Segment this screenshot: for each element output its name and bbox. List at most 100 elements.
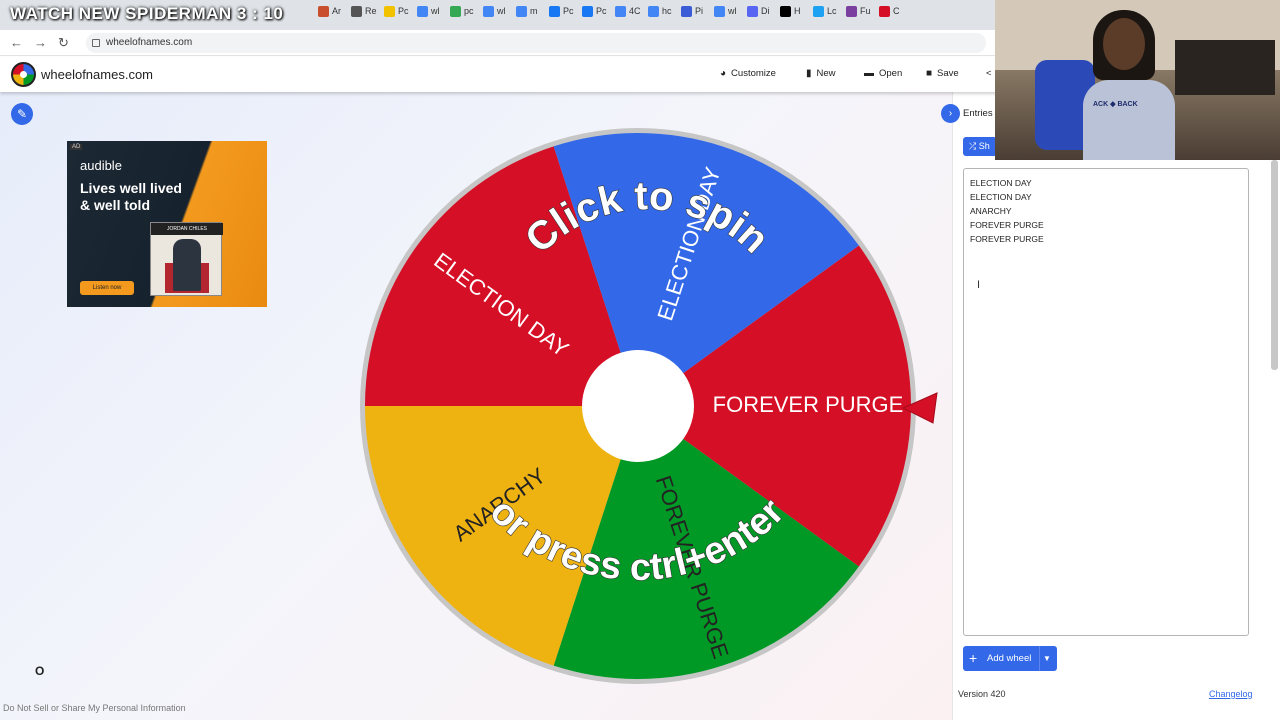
ad-cover-band: JORDAN CHILES <box>151 223 223 235</box>
shuffle-button[interactable]: ⤮ Sh <box>963 137 997 156</box>
tab-label: Ar <box>332 6 341 16</box>
plus-icon: + <box>969 650 978 666</box>
browser-tab[interactable]: Fu <box>846 6 871 24</box>
tab-label: m <box>530 6 538 16</box>
audible-ad[interactable]: AD audible Lives well lived & well told … <box>67 141 267 307</box>
url-text: wheelofnames.com <box>106 37 193 48</box>
ad-headline-line-2: & well told <box>80 197 150 213</box>
mtv-logo: O <box>35 664 45 678</box>
ad-cover-figure <box>173 239 201 291</box>
browser-tab[interactable]: m <box>516 6 538 24</box>
share-icon[interactable]: < <box>986 68 992 79</box>
collapse-chevron-icon[interactable]: › <box>941 104 960 123</box>
browser-tab[interactable]: C <box>879 6 900 24</box>
page-scrollbar[interactable] <box>1271 160 1278 370</box>
open-button[interactable]: ▬ Open <box>864 68 902 79</box>
version-text: Version 420 <box>958 689 1006 699</box>
tab-favicon-icon <box>384 6 395 18</box>
browser-tab[interactable]: wl <box>714 6 737 24</box>
tab-favicon-icon <box>549 6 560 18</box>
shuffle-icon: ⤮ <box>969 141 979 151</box>
browser-tab[interactable]: Ar <box>318 6 341 24</box>
browser-tab[interactable]: Pc <box>384 6 409 24</box>
ad-headline: Lives well lived & well told <box>80 180 182 214</box>
chevron-down-icon[interactable]: ▼ <box>1043 646 1051 671</box>
browser-tab[interactable]: pc <box>450 6 474 24</box>
site-title[interactable]: wheelofnames.com <box>41 67 153 82</box>
tab-label: pc <box>464 6 474 16</box>
tab-favicon-icon <box>780 6 791 18</box>
entry-line: ANARCHY <box>970 206 1012 216</box>
browser-tab[interactable]: H <box>780 6 801 24</box>
browser-tab[interactable]: 4C <box>615 6 641 24</box>
entries-tab-label: Entries <box>963 108 993 119</box>
browser-tab[interactable]: Pi <box>681 6 703 24</box>
tab-favicon-icon <box>681 6 692 18</box>
browser-tab[interactable]: hc <box>648 6 672 24</box>
new-button[interactable]: ▮ New <box>806 68 836 79</box>
wheel-segment-label: FOREVER PURGE <box>713 392 904 417</box>
back-icon[interactable]: ← <box>10 35 23 50</box>
entry-line: ELECTION DAY <box>970 178 1032 188</box>
tab-favicon-icon <box>813 6 824 18</box>
file-icon: ▮ <box>806 68 812 79</box>
tab-label: Pc <box>596 6 607 16</box>
browser-tab[interactable]: Pc <box>582 6 607 24</box>
tab-favicon-icon <box>417 6 428 18</box>
tab-label: Re <box>365 6 377 16</box>
entries-textarea[interactable]: ELECTION DAY ELECTION DAY ANARCHY FOREVE… <box>963 168 1249 636</box>
name-wheel[interactable]: FOREVER PURGEFOREVER PURGEANARCHYELECTIO… <box>357 125 919 687</box>
tab-label: hc <box>662 6 672 16</box>
browser-tab[interactable]: Re <box>351 6 377 24</box>
reload-icon[interactable]: ↻ <box>58 35 69 51</box>
changelog-link[interactable]: Changelog <box>1209 689 1253 699</box>
new-label: New <box>816 68 836 79</box>
webcam-face <box>1103 18 1145 70</box>
text-cursor-icon: I <box>977 279 981 291</box>
tab-favicon-icon <box>846 6 857 18</box>
privacy-link[interactable]: Do Not Sell or Share My Personal Informa… <box>3 703 186 713</box>
forward-icon[interactable]: → <box>34 35 47 50</box>
save-label: Save <box>937 68 959 79</box>
entry-line: FOREVER PURGE <box>970 220 1044 230</box>
entry-line: FOREVER PURGE <box>970 234 1044 244</box>
open-label: Open <box>879 68 903 79</box>
ad-brand: audible <box>80 158 122 173</box>
stream-overlay-title: WATCH NEW SPIDERMAN 3 : 10 <box>10 4 284 23</box>
wheel-logo-icon[interactable] <box>11 62 36 87</box>
tab-favicon-icon <box>351 6 362 18</box>
folder-icon: ▬ <box>864 68 874 79</box>
browser-tab[interactable]: Lc <box>813 6 837 24</box>
webcam-overlay: ACK ◆ BACK <box>995 0 1280 160</box>
browser-tab[interactable]: wl <box>417 6 440 24</box>
save-button[interactable]: ■ Save <box>926 68 959 79</box>
add-wheel-divider <box>1039 646 1040 671</box>
url-field[interactable]: wheelofnames.com <box>86 33 986 53</box>
save-icon: ■ <box>926 68 933 79</box>
tab-label: Pi <box>695 6 704 16</box>
site-info-icon[interactable] <box>92 39 100 47</box>
browser-tab[interactable]: Di <box>747 6 770 24</box>
tab-label: Lc <box>827 6 837 16</box>
tab-label: 4C <box>629 6 641 16</box>
tab-label: wl <box>728 6 737 16</box>
tab-label: wl <box>497 6 506 16</box>
wheel-pointer-icon <box>903 392 938 424</box>
tab-favicon-icon <box>516 6 527 18</box>
tab-favicon-icon <box>450 6 461 18</box>
browser-tab[interactable]: wl <box>483 6 506 24</box>
edit-pencil-icon[interactable]: ✎ <box>11 103 33 125</box>
wheel-center[interactable] <box>582 350 694 462</box>
tab-favicon-icon <box>318 6 329 18</box>
browser-tab[interactable]: Pc <box>549 6 574 24</box>
add-wheel-button[interactable]: + Add wheel ▼ <box>963 646 1057 671</box>
tab-label: Pc <box>563 6 574 16</box>
ad-listen-button[interactable]: Listen now <box>80 281 134 295</box>
entry-line: ELECTION DAY <box>970 192 1032 202</box>
tab-label: Fu <box>860 6 871 16</box>
webcam-shelf <box>1175 40 1275 95</box>
webcam-shirt-text: ACK ◆ BACK <box>1093 101 1138 108</box>
ad-tag: AD <box>70 144 83 150</box>
tab-favicon-icon <box>714 6 725 18</box>
customize-button[interactable]: ◕ Customize <box>720 68 776 79</box>
